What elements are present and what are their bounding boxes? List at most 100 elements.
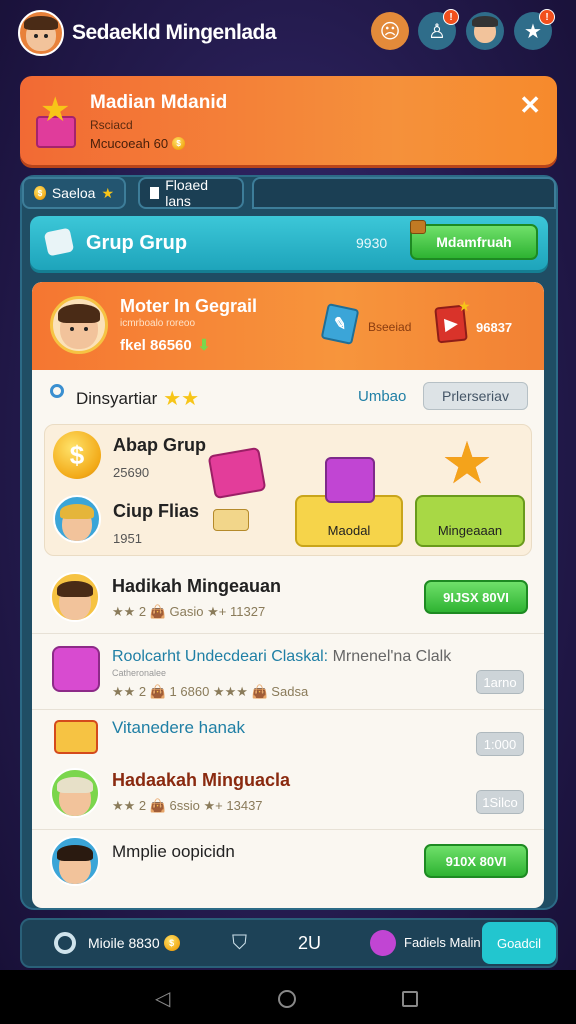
top-bar: Sedaekld Mingenlada ☹ ♙! ★! [0,0,576,66]
section-title: Dinsyartiar ★★ [76,386,199,411]
tv-icon [52,646,100,692]
card-item2-title: Ciup Flias [113,501,200,521]
search-icon[interactable] [54,932,76,954]
item2-avatar [53,495,101,543]
tab-label: Floaed lans [165,177,209,209]
list-item[interactable]: Hadikah Mingeauan ★★ 2 👜 Gasio ★+ 11327 … [32,564,544,634]
row-avatar [50,836,100,886]
banner-info: Mcucoeah 60 $ [90,136,186,151]
tab-saeloa[interactable]: $ Saeloa ★ [22,177,126,209]
card-item1-title: Abap Grup [113,435,206,455]
row-avatar [50,768,100,818]
row-action-button[interactable]: 9IJSX 80VI [424,580,528,614]
pin-icon [50,384,64,398]
hero-sub: icmrboalo roreoo [120,318,196,329]
friend-avatar-icon[interactable] [466,12,504,50]
section-link[interactable]: Umbao [358,388,406,405]
group-value: 9930 [356,235,388,251]
coin-icon: $ [172,137,186,150]
list-item[interactable]: Hadaakah Minguacla ★★ 2 👜 6ssio ★+ 13437… [32,768,544,830]
row-action-button[interactable]: 910X 80VI [424,844,528,878]
row-title: Hadaakah Minguacla [112,770,291,790]
tab-empty[interactable] [252,177,556,209]
row-action-button[interactable]: 1arno [476,670,524,694]
section-title-text: Dinsyartiar [76,388,158,408]
prize-mingeaaan[interactable]: Mingeaaan [415,495,525,547]
reward-card: $ Abap Grup 25690 Ciup Flias 1951 Maodal… [44,424,532,556]
close-icon[interactable]: ✕ [519,90,541,121]
section-button[interactable]: Prlerseriav [423,382,528,410]
favorites-star-icon[interactable]: ★! [514,9,555,50]
dice-icon [43,227,75,257]
group-bar[interactable]: Grup Grup 9930 Mdamfruah [30,216,548,270]
game-title: Sedaekld Mingenlada [72,21,277,44]
row-action-button[interactable]: 1Silco [476,790,524,814]
list-item[interactable]: Mmplie oopicidn 910X 80VI [32,830,544,900]
row-title: Mmplie oopicidn [112,842,235,861]
hero-name: Moter In Gegrail [120,296,258,316]
row-action-button[interactable]: 1:000 [476,732,524,756]
emoji-face-icon[interactable]: ☹ [371,12,409,50]
bottom-action-button[interactable]: Goadcil [482,922,556,964]
arrow-down-icon: ⬇ [197,337,211,354]
gift-stack-icon [325,457,375,503]
flag-icon [150,187,160,199]
shield-icon[interactable]: ⛉ [232,932,247,955]
gift-icon [54,720,98,754]
bottom-right-label: Fadiels Malin [404,935,481,950]
banner-info-text: Mcucoeah 60 [90,136,169,151]
group-title: Grup Grup [86,232,188,254]
list-item[interactable]: Vitanedere hanak 1:000 [32,710,544,768]
event-banner[interactable]: ★ Madian Mdanid Rsciacd Mcucoeah 60 $ ✕ [20,76,557,165]
gift-box-icon [207,446,267,500]
prize-label: Maodal [327,523,371,538]
prize-label: Mingeaaan [437,523,503,538]
card-item2-value: 1951 [113,531,142,546]
row-title-text: Roolcarht Undecdeari Claskal: [112,648,329,665]
star-icon: ★ [101,184,114,201]
tab-floaed-lans[interactable]: Floaed lans [138,177,244,209]
hero-stat-text: fkel 86560 [120,336,192,354]
chest-small-icon [213,509,249,531]
home-icon[interactable] [278,990,296,1008]
hero-stat: fkel 86560 ⬇ [120,336,211,355]
row-title: Hadikah Mingeauan [112,576,282,596]
book-label: Bseeiad [368,320,412,334]
big-star-icon: ★ [441,431,493,496]
row-title-extra: Mrnenel'na Clalk [332,648,452,665]
coin-icon: $ [163,935,180,951]
player-avatar[interactable] [18,10,64,56]
content-area: Moter In Gegrail icmrboalo roreoo fkel 8… [32,282,544,908]
bottom-center-text: 2U [298,933,322,953]
star-icon: ★ [458,298,471,314]
hero-avatar[interactable] [50,296,108,354]
card-item1-value: 25690 [113,465,150,480]
bottom-bar: Mioile 8830 $ ⛉ 2U Fadiels Malin Goadcil [20,918,558,968]
row-meta: ★★ 2 👜 6ssio ★+ 13437 [112,798,263,813]
coin-icon: $ [34,186,46,200]
recents-icon[interactable] [402,991,418,1007]
gift-box-icon: ★ [34,91,78,150]
banner-subtitle: Rsciacd [90,118,133,132]
stars-icon: ★★ [163,388,200,410]
row-title: Roolcarht Undecdeari Claskal: Mrnenel'na… [112,648,451,666]
bottom-left-label: Mioile 8830 [88,935,160,951]
group-action-button[interactable]: Mdamfruah [410,224,538,260]
chest-icon [410,220,426,234]
book-icon: ✎ [320,303,360,345]
system-nav-bar: ◁ [0,970,576,1024]
bottom-left-text: Mioile 8830 $ [88,935,180,951]
banner-title: Madian Mdanid [90,92,228,113]
book-value: 96837 [476,320,513,335]
row-avatar [50,572,100,622]
row-sub: Catheronalee [112,668,167,678]
friends-icon[interactable]: ♙! [418,9,459,50]
tab-label: Saeloa [51,185,96,201]
emoji-icon[interactable] [370,930,396,956]
list-item[interactable]: Roolcarht Undecdeari Claskal: Mrnenel'na… [32,634,544,710]
coin-icon: $ [53,431,101,479]
back-icon[interactable]: ◁ [155,986,170,1011]
hero-band[interactable]: Moter In Gegrail icmrboalo roreoo fkel 8… [32,282,544,370]
row-meta: ★★ 2 👜 1 6860 ★★★ 👜 Sadsa [112,684,309,699]
row-title: Vitanedere hanak [112,718,245,737]
